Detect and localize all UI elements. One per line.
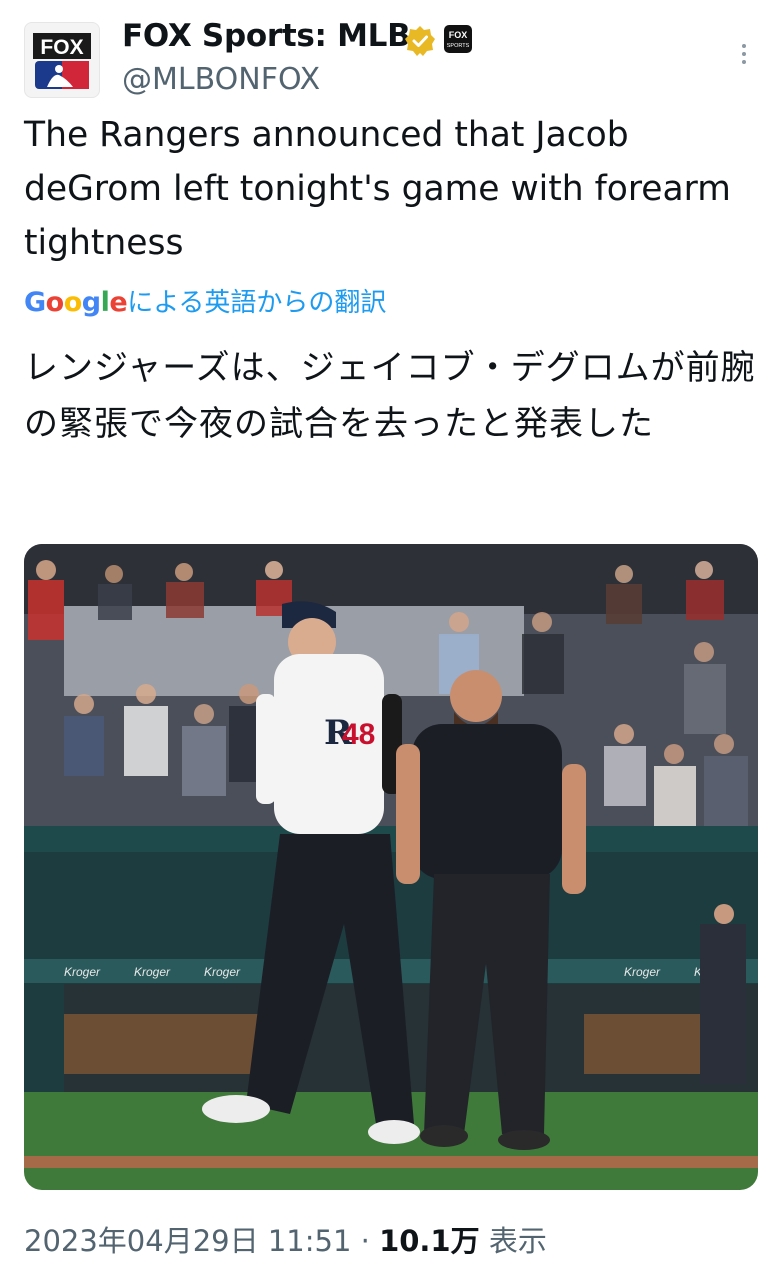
- account-handle[interactable]: @MLBONFOX: [122, 62, 320, 97]
- account-name[interactable]: FOX Sports: MLB: [122, 18, 411, 54]
- fox-sports-badge-icon: FOX SPORTS: [447, 30, 470, 49]
- more-vertical-icon[interactable]: [732, 40, 756, 70]
- meta-separator: ·: [360, 1224, 370, 1258]
- ad-board-1: Kroger: [64, 965, 101, 979]
- ad-board-2: Kroger: [134, 965, 171, 979]
- views-label: 表示: [488, 1224, 547, 1258]
- google-logo: Google: [24, 287, 128, 318]
- affiliate-badge[interactable]: FOX SPORTS: [444, 25, 472, 53]
- avatar-text: FOX: [40, 36, 83, 59]
- baseball-photo: Kroger Kroger Kroger Kroger Kroger R 48: [24, 544, 758, 1190]
- avatar[interactable]: FOX: [24, 22, 100, 98]
- ad-board-3: Kroger: [204, 965, 241, 979]
- view-count[interactable]: 10.1万: [379, 1224, 480, 1258]
- translate-label: による英語からの翻訳: [127, 288, 387, 318]
- svg-text:FOX: FOX: [449, 30, 468, 40]
- translation-attribution[interactable]: Googleによる英語からの翻訳: [24, 282, 386, 319]
- verified-badge-icon[interactable]: [404, 25, 436, 57]
- svg-text:SPORTS: SPORTS: [447, 43, 470, 49]
- fox-mlb-logo: FOX: [33, 33, 91, 89]
- tweet-text: The Rangers announced that Jacob deGrom …: [24, 115, 731, 263]
- timestamp[interactable]: 2023年04月29日 11:51: [24, 1224, 351, 1258]
- jersey-number: 48: [342, 718, 375, 751]
- tweet-meta: 2023年04月29日 11:51 · 10.1万 表示: [24, 1218, 547, 1260]
- ad-board-4: Kroger: [624, 965, 661, 979]
- translated-text: レンジャーズは、ジェイコブ・デグロムが前腕の緊張で今夜の試合を去ったと発表した: [24, 348, 756, 444]
- tweet-photo[interactable]: Kroger Kroger Kroger Kroger Kroger R 48: [24, 544, 758, 1190]
